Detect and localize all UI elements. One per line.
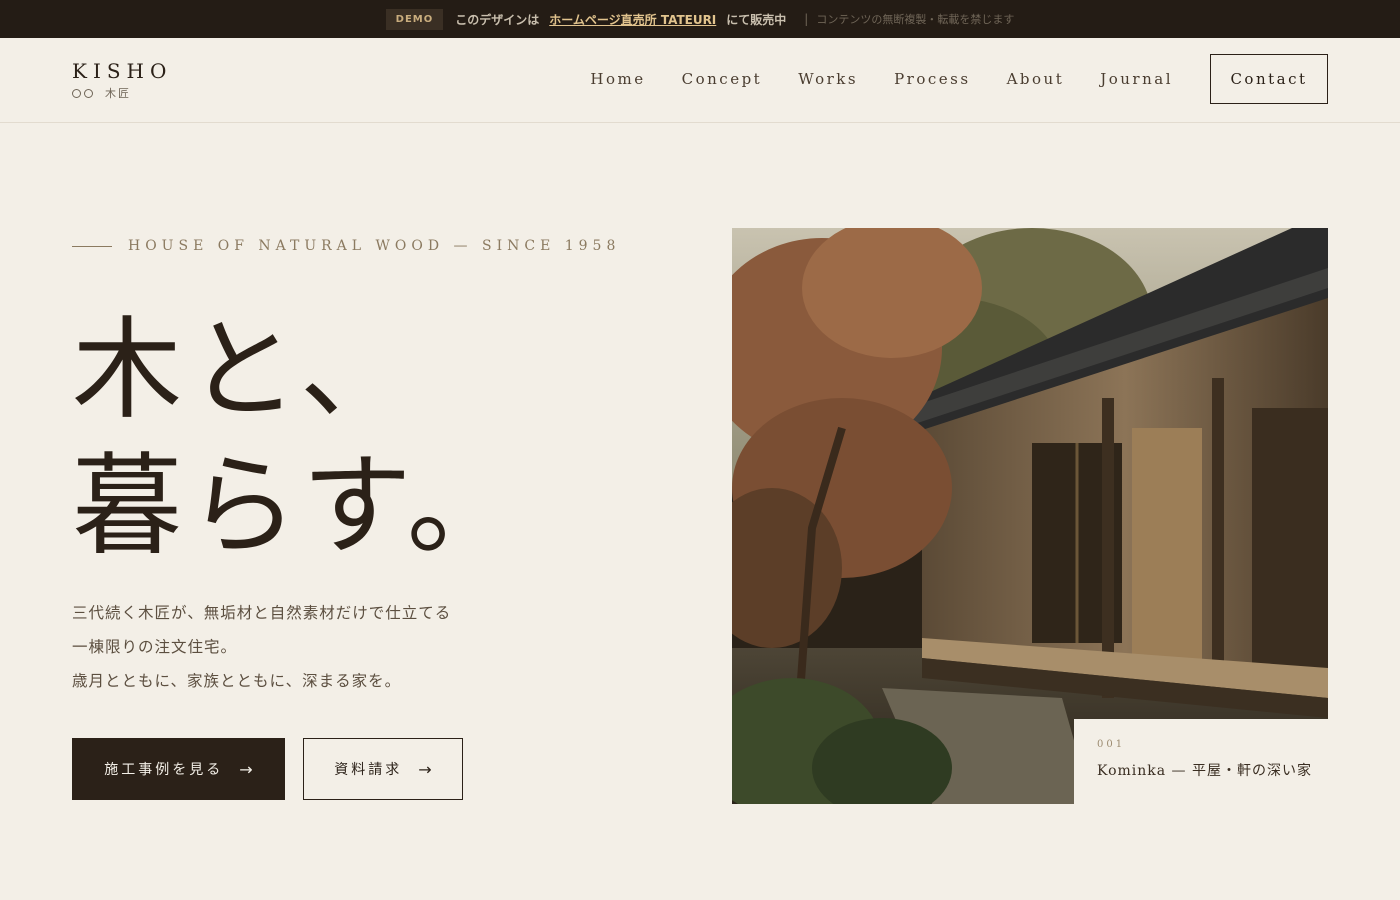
demo-text: このデザインは <box>455 12 540 27</box>
hero-photo <box>732 228 1328 804</box>
hero-eyebrow: HOUSE OF NATURAL WOOD — SINCE 1958 <box>72 238 620 254</box>
nav-concept[interactable]: Concept <box>682 70 763 88</box>
caption-number: 001 <box>1097 739 1126 750</box>
contact-button[interactable]: Contact <box>1210 54 1328 104</box>
demo-badge: DEMO <box>385 8 444 30</box>
request-brochure-label: 資料請求 <box>334 762 403 778</box>
main-nav: Home Concept Works Process About Journal <box>554 70 1173 88</box>
demo-banner: DEMO このデザインは ホームページ直売所 TATEURI にて販売中 | コ… <box>0 0 1400 38</box>
photo-caption: 001 Kominka — 平屋・軒の深い家 <box>1074 719 1328 804</box>
lead-line-2: 一棟限りの注文住宅。 <box>72 638 238 656</box>
headline-line-2: 暮らす。 <box>72 442 523 570</box>
hero-lead: 三代続く木匠が、無垢材と自然素材だけで仕立てる 一棟限りの注文住宅。 歳月ととも… <box>72 596 451 698</box>
site-header: KISHO 木匠 Home Concept Works Process Abou… <box>0 38 1400 123</box>
request-brochure-button[interactable]: 資料請求 → <box>303 738 463 800</box>
lead-line-1: 三代続く木匠が、無垢材と自然素材だけで仕立てる <box>72 604 452 622</box>
nav-about[interactable]: About <box>1007 70 1065 88</box>
copyright-note: コンテンツの無断複製・転載を禁じます <box>816 13 1015 26</box>
view-works-button[interactable]: 施工事例を見る → <box>72 738 285 800</box>
lead-line-3: 歳月とともに、家族とともに、深まる家を。 <box>72 672 402 690</box>
arrow-right-icon: → <box>239 759 253 779</box>
arrow-right-icon: → <box>418 759 432 779</box>
logo-wordmark: KISHO <box>72 59 173 83</box>
logo[interactable]: KISHO 木匠 <box>72 59 172 101</box>
logo-subtitle: 木匠 <box>72 85 172 101</box>
nav-process[interactable]: Process <box>894 70 970 88</box>
caption-title: Kominka — 平屋・軒の深い家 <box>1097 763 1313 779</box>
headline-line-1: 木と、 <box>72 306 416 434</box>
eyebrow-rule <box>72 245 112 247</box>
nav-works[interactable]: Works <box>798 70 858 88</box>
demo-text-after: にて販売中 <box>726 12 787 27</box>
circle-mark-icon <box>84 88 93 98</box>
logo-kanji: 木匠 <box>105 87 131 100</box>
demo-separator: | <box>804 12 809 26</box>
tateuri-link[interactable]: ホームページ直売所 TATEURI <box>549 11 716 28</box>
nav-journal[interactable]: Journal <box>1100 70 1173 88</box>
circle-mark-icon <box>72 88 81 98</box>
hero-headline: 木と、 暮らす。 <box>72 302 523 574</box>
eyebrow-text: HOUSE OF NATURAL WOOD — SINCE 1958 <box>128 238 621 254</box>
nav-home[interactable]: Home <box>590 70 645 88</box>
view-works-label: 施工事例を見る <box>104 762 224 778</box>
